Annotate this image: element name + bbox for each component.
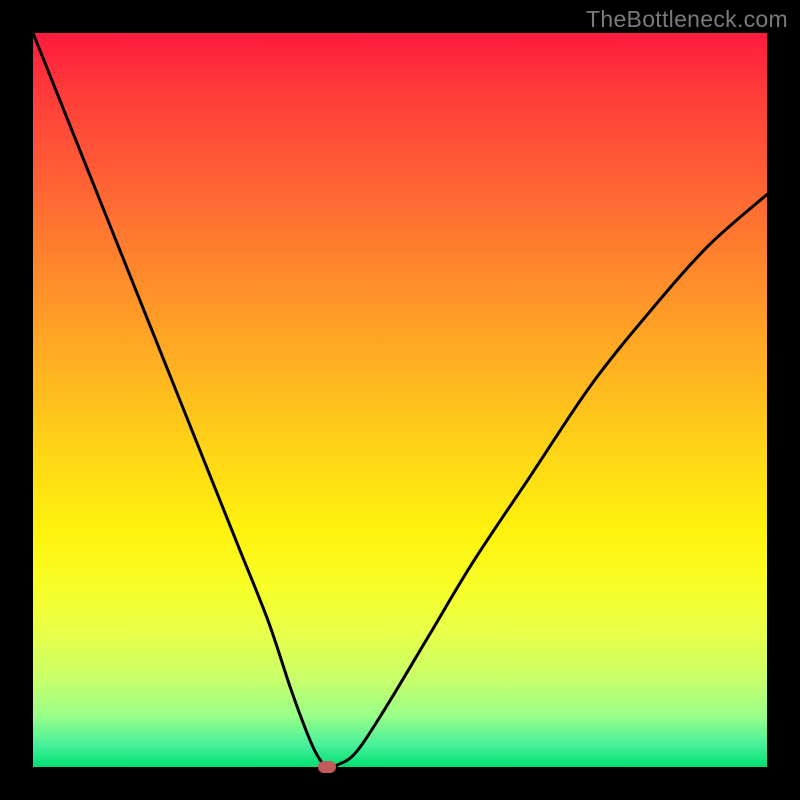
minimum-marker xyxy=(318,761,336,773)
chart-frame: TheBottleneck.com xyxy=(0,0,800,800)
plot-area xyxy=(33,33,767,767)
watermark-text: TheBottleneck.com xyxy=(586,6,788,33)
